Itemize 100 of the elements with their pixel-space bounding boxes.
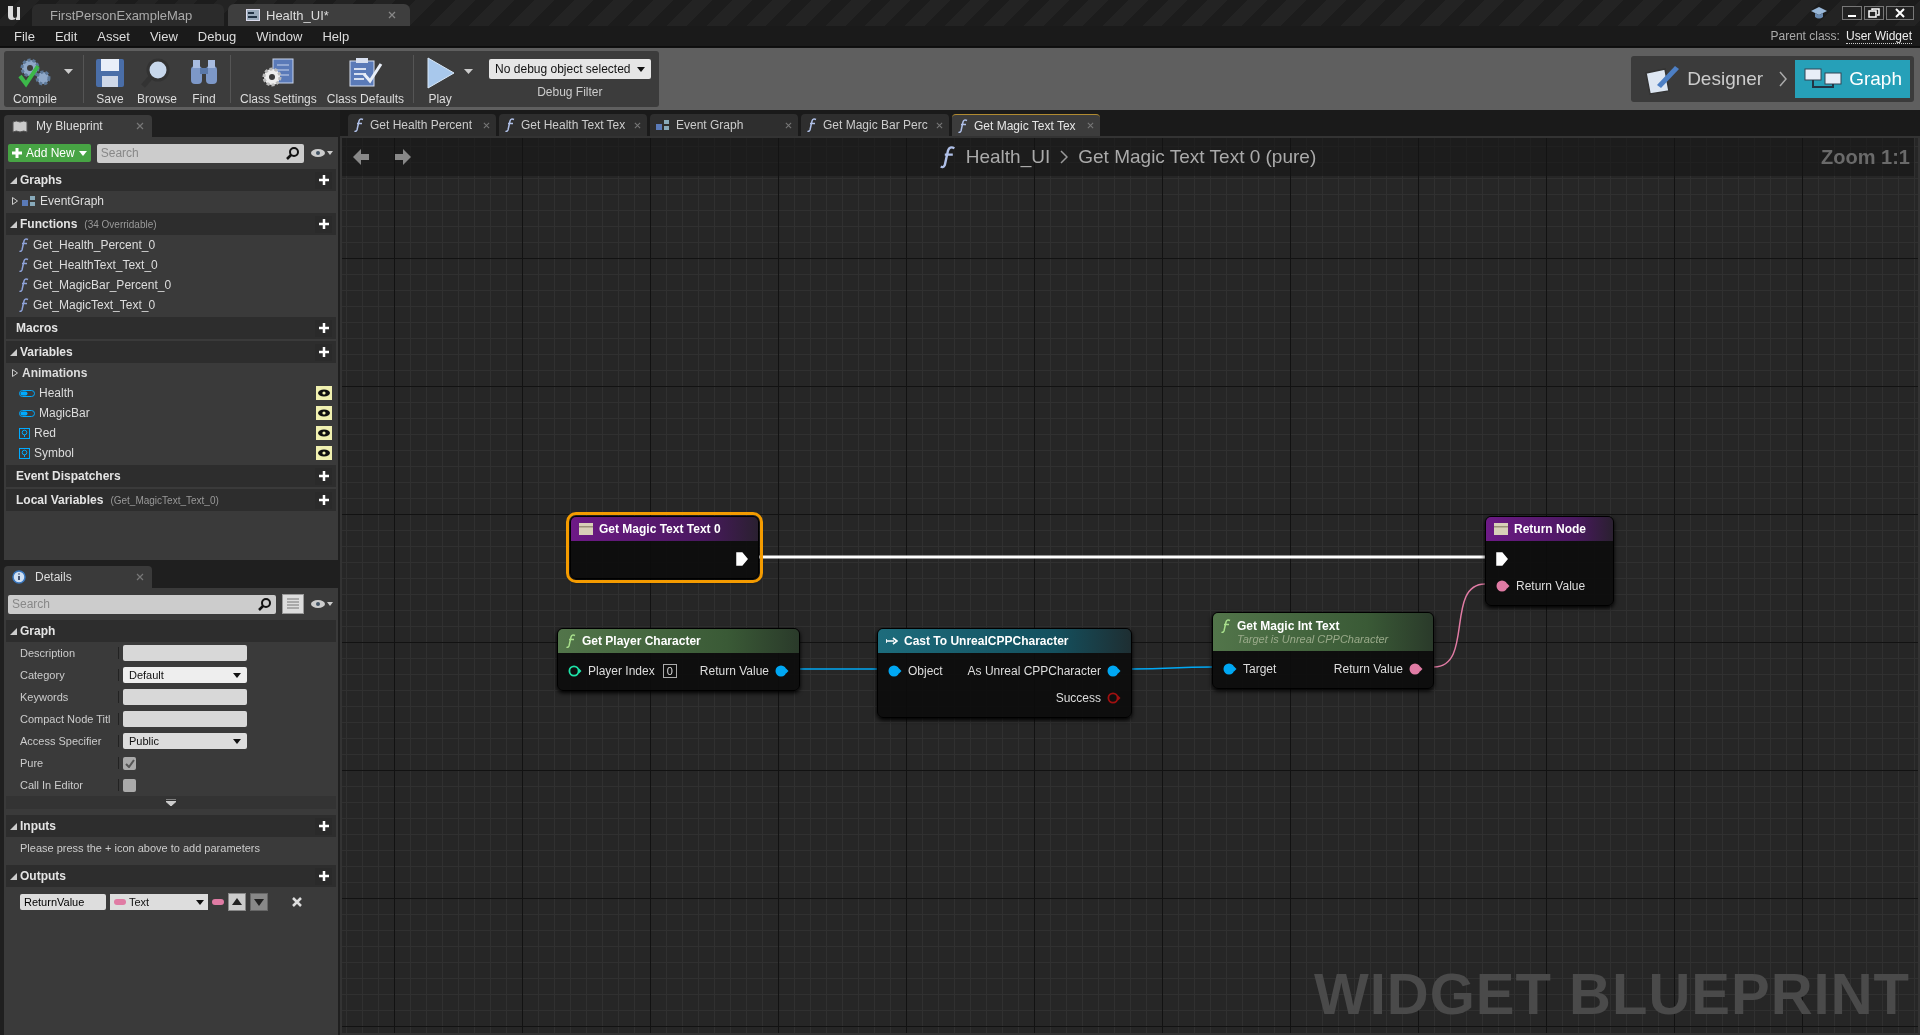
search-field[interactable]: Search [96, 143, 304, 163]
function-icon [566, 634, 576, 648]
expanded-arrow-icon [10, 627, 17, 635]
section-header[interactable]: Macros [6, 317, 336, 339]
tree-item[interactable]: Health [6, 383, 336, 403]
eye-icon[interactable] [316, 386, 332, 400]
text-field[interactable] [123, 689, 247, 705]
debug-object-dropdown[interactable]: No debug object selected [489, 59, 651, 79]
section-header[interactable]: Variables [6, 341, 336, 363]
parent-class-link[interactable]: User Widget [1845, 28, 1912, 44]
expand-more-icon[interactable] [166, 799, 176, 806]
tree-item[interactable]: Get_MagicBar_Percent_0 [6, 275, 336, 295]
menu-item[interactable]: Help [312, 28, 360, 44]
restore-icon[interactable] [1864, 6, 1884, 20]
input-pin[interactable]: Object [878, 657, 953, 684]
toolbar-button[interactable]: Browse [132, 52, 183, 106]
caret-icon[interactable] [64, 68, 73, 74]
menu-item[interactable]: Window [246, 28, 313, 44]
text-field[interactable] [123, 711, 247, 727]
menu-item[interactable]: Asset [87, 28, 140, 44]
text-field[interactable] [123, 645, 247, 661]
tree-item[interactable]: MagicBar [6, 403, 336, 423]
input-pin[interactable]: Player Index 0 [558, 657, 687, 684]
graph-node[interactable]: Cast To UnrealCPPCharacter Object As Unreal CPPCharacter Success [877, 628, 1132, 718]
section-header[interactable]: Functions (34 Overridable) [6, 213, 336, 235]
expanded-arrow-icon [10, 220, 17, 228]
caret-icon[interactable] [464, 68, 474, 74]
delete-icon[interactable] [292, 897, 302, 907]
tree-item[interactable]: Symbol [6, 443, 336, 463]
graph-tab[interactable]: Get Health Text Tex [499, 114, 647, 136]
expanded-arrow-icon [10, 348, 17, 356]
close-icon[interactable] [1886, 6, 1914, 20]
section-header[interactable]: Event Dispatchers [6, 465, 336, 487]
plus-icon [318, 871, 329, 881]
tree-item[interactable]: Get_MagicText_Text_0 [6, 295, 336, 315]
category-combo-box[interactable]: Default [123, 667, 247, 683]
section-header[interactable]: Inputs [6, 815, 336, 837]
toolbar-button[interactable]: Class Settings [235, 52, 322, 106]
toolbar-button[interactable]: Class Defaults [321, 52, 410, 106]
graph-tab[interactable]: Get Health Percent [348, 114, 496, 136]
section-header[interactable]: Graph [6, 620, 336, 642]
section-header[interactable]: Outputs [6, 865, 336, 887]
menu-item[interactable]: View [139, 28, 188, 44]
checkbox[interactable] [123, 778, 136, 792]
toolbar-button[interactable]: Find [182, 52, 227, 106]
eye-icon[interactable] [316, 406, 332, 420]
eye-icon[interactable] [316, 446, 332, 460]
forward-arrow-icon[interactable] [394, 148, 412, 166]
tree-item[interactable]: Get_HealthText_Text_0 [6, 255, 336, 275]
tree-item[interactable]: Red [6, 423, 336, 443]
input-pin[interactable]: Return Value [1486, 572, 1596, 599]
section-header[interactable]: Graphs [6, 169, 336, 191]
breadcrumb-link[interactable]: Health_UI [965, 146, 1051, 168]
image-icon [19, 427, 30, 439]
toolbar-button[interactable]: Compile [8, 52, 62, 106]
menu-item[interactable]: Edit [44, 28, 88, 44]
panel-tab[interactable]: My Blueprint [4, 115, 152, 137]
toolbar-button[interactable]: Save [88, 52, 132, 106]
document-tab[interactable]: FirstPersonExampleMap [32, 4, 224, 26]
default-value-field[interactable]: 0 [662, 663, 677, 678]
panel-tab[interactable]: Details [4, 566, 152, 588]
output-pin[interactable]: Return Value [1323, 655, 1433, 682]
move-up-icon[interactable] [228, 893, 246, 911]
tree-item[interactable]: Get_Health_Percent_0 [6, 235, 336, 255]
property-label: Description [6, 647, 119, 659]
parameter-name-field[interactable]: ReturnValue [20, 894, 106, 910]
eye-icon[interactable] [310, 599, 334, 609]
tree-item[interactable]: EventGraph [6, 191, 336, 211]
move-down-icon[interactable] [250, 893, 268, 911]
search-field[interactable]: Search [8, 594, 276, 614]
graduation-cap-icon[interactable] [1810, 5, 1828, 21]
eye-icon[interactable] [316, 426, 332, 440]
output-pin[interactable]: Return Value [689, 657, 799, 684]
type-dropdown[interactable]: Text [110, 894, 208, 910]
graph-node[interactable]: Return Node Return Value [1485, 516, 1614, 606]
tree-item[interactable]: Animations [6, 363, 336, 383]
minimize-icon[interactable] [1842, 6, 1862, 20]
back-arrow-icon[interactable] [352, 148, 370, 166]
document-tab[interactable]: Health_UI* [228, 4, 410, 26]
function-icon [505, 118, 515, 132]
section-header[interactable]: Local Variables (Get_MagicText_Text_0) [6, 489, 336, 511]
function-icon [354, 118, 364, 132]
output-pin[interactable]: Success [1045, 684, 1131, 711]
mode-tab[interactable]: Designer [1635, 60, 1772, 98]
menu-item[interactable]: Debug [187, 28, 247, 44]
function-icon [958, 118, 968, 133]
dropdown[interactable]: Public [123, 733, 247, 749]
toolbar-button[interactable]: Play [418, 52, 463, 106]
pill-icon [212, 899, 224, 905]
graph-tab[interactable]: Event Graph [650, 114, 798, 136]
output-pin[interactable]: As Unreal CPPCharacter [957, 657, 1131, 684]
graph-node[interactable]: Get Player Character Player Index 0 Return Value [557, 628, 800, 691]
graph-tab[interactable]: Get Magic Bar Perc [801, 114, 949, 136]
checkbox[interactable] [123, 756, 136, 770]
input-pin[interactable]: Target [1213, 655, 1287, 682]
graph-node[interactable]: Get Magic Int Text Target is Unreal CPPCharacter Target Return Value [1212, 612, 1434, 689]
graph-tab[interactable]: Get Magic Text Tex [952, 114, 1100, 136]
property-label: Keywords [6, 691, 119, 703]
eye-icon[interactable] [310, 148, 334, 158]
menu-item[interactable]: File [4, 28, 45, 44]
